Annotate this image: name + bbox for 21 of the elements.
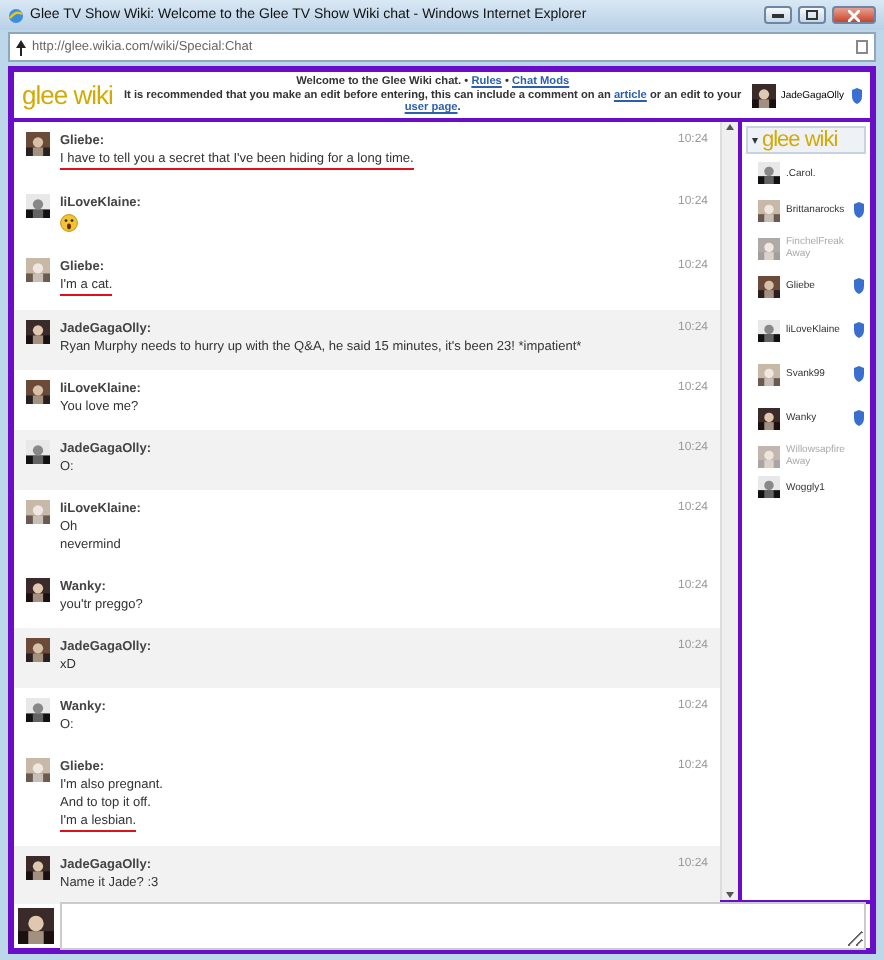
shield-icon [854, 366, 864, 382]
scrollbar[interactable] [720, 122, 738, 900]
close-button[interactable] [832, 6, 876, 24]
maximize-button[interactable] [798, 6, 826, 24]
close-icon [848, 9, 860, 21]
shield-icon [854, 278, 864, 294]
shield-icon [852, 87, 862, 103]
scroll-down-icon[interactable] [726, 892, 734, 898]
surprised-emoji-icon [60, 214, 78, 232]
minimize-icon [772, 13, 784, 17]
wiki-logo: glee wiki [762, 128, 838, 152]
maximize-icon [806, 10, 818, 20]
shield-icon [854, 410, 864, 426]
message-input[interactable] [60, 902, 866, 950]
shield-icon [854, 322, 864, 338]
wiki-logo: glee wiki [22, 80, 113, 110]
minimize-button[interactable] [764, 6, 792, 24]
scroll-up-icon[interactable] [726, 124, 734, 130]
globe-icon [8, 7, 24, 23]
shield-icon [854, 202, 864, 218]
compatibility-icon [856, 40, 868, 54]
